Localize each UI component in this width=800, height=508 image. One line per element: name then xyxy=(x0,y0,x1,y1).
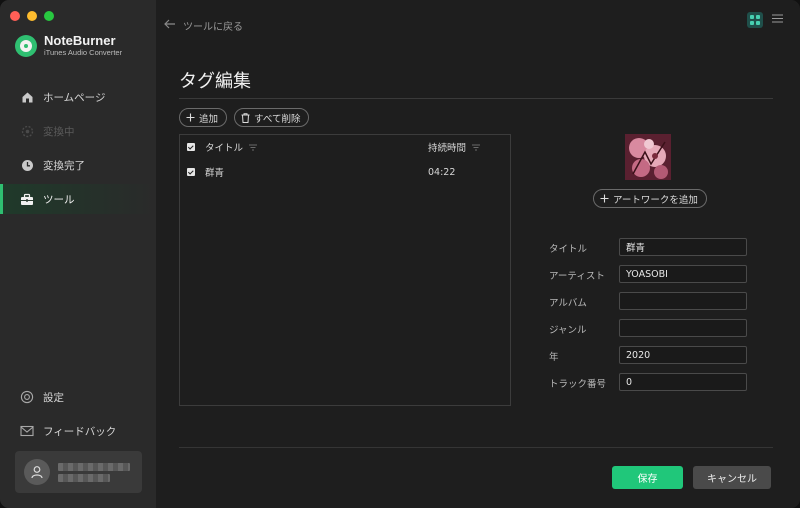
sidebar-item-tools[interactable]: ツール xyxy=(0,184,156,214)
track-title: 群青 xyxy=(205,168,225,179)
sidebar-item-converted[interactable]: 変換完了 xyxy=(0,150,156,180)
trash-icon xyxy=(241,112,250,123)
title-field[interactable] xyxy=(619,238,747,256)
grid-view-icon[interactable] xyxy=(747,12,763,28)
sidebar: NoteBurner iTunes Audio Converter ホームページ… xyxy=(0,0,156,508)
sort-icon[interactable] xyxy=(472,144,481,151)
field-label-track-number: トラック番号 xyxy=(549,379,607,390)
plus-icon xyxy=(186,113,195,122)
sidebar-item-label: ホームページ xyxy=(43,91,106,104)
add-button-label: 追加 xyxy=(199,113,219,125)
plus-icon xyxy=(600,194,609,203)
arrow-left-icon xyxy=(164,19,176,32)
sidebar-item-label: 設定 xyxy=(43,391,64,404)
field-label-title: タイトル xyxy=(549,244,588,255)
sidebar-item-label: 変換完了 xyxy=(43,159,85,172)
table-header: タイトル 持続時間 xyxy=(180,135,510,159)
converting-icon xyxy=(20,124,34,138)
sidebar-item-label: 変換中 xyxy=(43,125,75,138)
year-field[interactable] xyxy=(619,346,747,364)
app-subtitle: iTunes Audio Converter xyxy=(44,48,123,57)
app-name: NoteBurner xyxy=(44,33,116,48)
add-artwork-button[interactable]: アートワークを追加 xyxy=(593,189,707,208)
zoom-window-button[interactable] xyxy=(44,11,54,21)
sidebar-item-label: ツール xyxy=(43,193,75,206)
album-artwork xyxy=(625,134,671,180)
genre-field[interactable] xyxy=(619,319,747,337)
footer-divider xyxy=(179,447,773,448)
sidebar-item-settings[interactable]: 設定 xyxy=(0,382,156,412)
sidebar-item-converting[interactable]: 変換中 xyxy=(0,116,156,146)
home-icon xyxy=(20,90,34,104)
sidebar-item-label: フィードバック xyxy=(43,425,117,438)
track-number-field[interactable] xyxy=(619,373,747,391)
menu-icon[interactable] xyxy=(772,14,783,26)
artist-field[interactable] xyxy=(619,265,747,283)
album-field[interactable] xyxy=(619,292,747,310)
track-duration: 04:22 xyxy=(428,166,456,178)
table-row[interactable]: 群青 04:22 xyxy=(180,160,510,184)
avatar xyxy=(24,459,50,485)
column-header-duration[interactable]: 持続時間 xyxy=(428,140,466,154)
field-label-album: アルバム xyxy=(549,298,587,309)
field-label-year: 年 xyxy=(549,352,559,363)
clock-icon xyxy=(20,158,34,172)
title-divider xyxy=(179,98,773,99)
delete-all-label: すべて削除 xyxy=(254,113,301,125)
gear-icon xyxy=(20,390,34,404)
view-toggle xyxy=(747,12,783,28)
save-button[interactable]: 保存 xyxy=(612,466,683,489)
toolbox-icon xyxy=(20,192,34,206)
sort-icon[interactable] xyxy=(249,144,258,151)
sidebar-item-home[interactable]: ホームページ xyxy=(0,82,156,112)
minimize-window-button[interactable] xyxy=(27,11,37,21)
redacted-account-info xyxy=(58,460,130,485)
track-table: タイトル 持続時間 群青 04:22 xyxy=(179,134,511,406)
page-title: タグ編集 xyxy=(179,71,251,92)
field-label-artist: アーティスト xyxy=(549,271,605,282)
back-label: ツールに戻る xyxy=(183,22,243,33)
delete-all-button[interactable]: すべて削除 xyxy=(234,108,310,127)
brand: NoteBurner iTunes Audio Converter xyxy=(15,34,122,57)
back-to-tools-link[interactable]: ツールに戻る xyxy=(164,18,243,33)
sidebar-item-feedback[interactable]: フィードバック xyxy=(0,416,156,446)
cancel-button[interactable]: キャンセル xyxy=(693,466,771,489)
app-logo-icon xyxy=(15,34,37,57)
mail-icon xyxy=(20,424,34,438)
add-button[interactable]: 追加 xyxy=(179,108,228,127)
row-checkbox[interactable] xyxy=(187,168,195,176)
select-all-checkbox[interactable] xyxy=(187,143,195,151)
close-window-button[interactable] xyxy=(10,11,20,21)
add-artwork-label: アートワークを追加 xyxy=(613,194,698,206)
user-account-card[interactable] xyxy=(15,451,142,493)
window-controls xyxy=(10,11,54,21)
column-header-title[interactable]: タイトル xyxy=(205,140,243,154)
app-window: NoteBurner iTunes Audio Converter ホームページ… xyxy=(0,0,800,508)
field-label-genre: ジャンル xyxy=(549,325,587,336)
